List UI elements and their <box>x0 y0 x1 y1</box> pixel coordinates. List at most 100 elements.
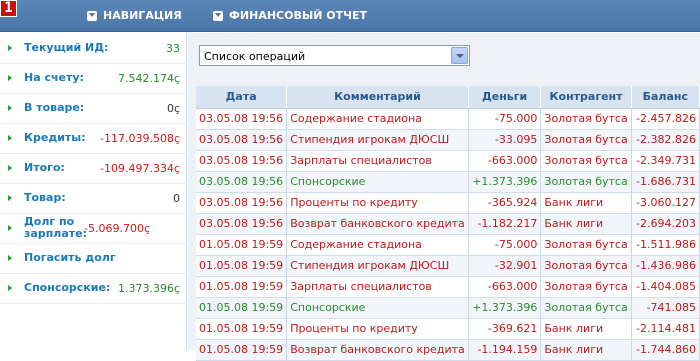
arrow-right-icon <box>8 105 12 111</box>
cell-party: Золотая бутса <box>540 129 632 151</box>
table-row: 03.05.08 19:56 Зарплаты специалистов -663.… <box>196 150 700 172</box>
sidebar-item-credits: Кредиты: -117.039.508ç <box>0 123 187 153</box>
sidebar-item-total: Итого: -109.497.334ç <box>0 153 187 183</box>
chevron-down-icon[interactable] <box>451 47 468 64</box>
cell-balance: -2.457.826 <box>631 108 700 130</box>
sidebar-label: Итого: <box>24 161 65 174</box>
cell-money: -663.000 <box>468 150 542 172</box>
cell-comment: Проценты по кредиту <box>286 192 469 214</box>
table-body: 03.05.08 19:56 Содержание стадиона -75.000… <box>196 108 700 361</box>
cell-money: -369.621 <box>468 318 542 340</box>
cell-comment: Содержание стадиона <box>286 234 469 256</box>
cell-party: Золотая бутса <box>540 276 632 298</box>
sidebar-value: 7.542.174ç <box>117 71 180 85</box>
logo[interactable]: 1 <box>0 0 17 17</box>
chevron-down-icon <box>213 10 223 21</box>
sidebar-item-current-id: Текущий ИД: 33 <box>0 33 187 63</box>
pay-debt-link[interactable]: Погасить долг <box>0 243 187 273</box>
nav-financial-report[interactable]: ФИНАНСОВЫЙ ОТЧЕТ <box>213 9 367 22</box>
chevron-down-icon <box>87 10 97 21</box>
operations-table: Дата Комментарий Деньги Контрагент Балан… <box>196 86 700 361</box>
table-row: 03.05.08 19:56 Возврат банковского кредит… <box>196 213 700 235</box>
cell-balance: -2.349.731 <box>631 150 700 172</box>
cell-money: +1.373.396 <box>468 171 542 193</box>
cell-comment: Зарплаты специалистов <box>286 276 469 298</box>
sidebar-label: В товаре: <box>24 101 85 114</box>
column-header-date[interactable]: Дата <box>196 86 288 109</box>
cell-party: Банк лиги <box>540 213 632 235</box>
cell-money: +1.373.396 <box>468 297 542 319</box>
cell-balance: -1.511.986 <box>631 234 700 256</box>
cell-date: 03.05.08 19:56 <box>196 213 288 235</box>
cell-party: Золотая бутса <box>540 171 632 193</box>
cell-balance: -2.382.826 <box>631 129 700 151</box>
divider <box>0 303 187 304</box>
cell-balance: -1.686.731 <box>631 171 700 193</box>
cell-party: Золотая бутса <box>540 255 632 277</box>
table-row: 03.05.08 19:56 Содержание стадиона -75.000… <box>196 108 700 130</box>
table-row: 03.05.08 19:56 Стипендия игрокам ДЮСШ -33.… <box>196 129 700 151</box>
cell-money: -33.095 <box>468 129 542 151</box>
top-bar: 1 НАВИГАЦИЯ ФИНАНСОВЫЙ ОТЧЕТ <box>0 0 700 32</box>
sidebar-value: -5.069.700ç <box>84 221 150 235</box>
cell-party: Золотая бутса <box>540 108 632 130</box>
sidebar-value: -117.039.508ç <box>100 131 180 145</box>
cell-party: Золотая бутса <box>540 297 632 319</box>
cell-date: 03.05.08 19:56 <box>196 108 288 130</box>
cell-balance: -1.404.085 <box>631 276 700 298</box>
cell-date: 01.05.08 19:59 <box>196 318 288 340</box>
sidebar-item-sponsors: Спонсорские: 1.373.396ç <box>0 273 187 303</box>
sidebar-label: На счету: <box>24 71 84 84</box>
arrow-right-icon <box>8 75 12 81</box>
cell-comment: Возврат банковского кредита <box>286 213 469 235</box>
sidebar-item-goods: Товар: 0 <box>0 183 187 213</box>
cell-comment: Спонсорские <box>286 171 469 193</box>
arrow-right-icon <box>8 135 12 141</box>
cell-date: 03.05.08 19:56 <box>196 129 288 151</box>
table-header-row: Дата Комментарий Деньги Контрагент Балан… <box>196 86 700 109</box>
cell-party: Золотая бутса <box>540 234 632 256</box>
cell-money: -663.000 <box>468 276 542 298</box>
arrow-right-icon <box>8 255 12 261</box>
arrow-right-icon <box>8 45 12 51</box>
sidebar-value: -109.497.334ç <box>100 161 180 175</box>
sidebar-label: Долг по зарплате: <box>24 215 88 240</box>
arrow-right-icon <box>8 225 12 231</box>
nav-navigation-label: НАВИГАЦИЯ <box>103 9 182 22</box>
cell-money: -32.901 <box>468 255 542 277</box>
sidebar-value: 1.373.396ç <box>117 281 180 295</box>
sidebar-label: Кредиты: <box>24 131 86 144</box>
sidebar-value: 0 <box>173 191 180 205</box>
cell-date: 03.05.08 19:56 <box>196 192 288 214</box>
operations-select[interactable]: Список операций <box>199 45 470 66</box>
cell-date: 01.05.08 19:59 <box>196 255 288 277</box>
column-header-comment[interactable]: Комментарий <box>286 86 469 109</box>
cell-comment: Проценты по кредиту <box>286 318 469 340</box>
table-row: 03.05.08 19:56 Проценты по кредиту -365.92… <box>196 192 700 214</box>
column-header-party[interactable]: Контрагент <box>540 86 632 109</box>
cell-date: 01.05.08 19:59 <box>196 234 288 256</box>
table-row: 01.05.08 19:59 Содержание стадиона -75.000… <box>196 234 700 256</box>
main-panel: Список операций Дата Комментарий Деньги … <box>188 33 700 361</box>
cell-comment: Зарплаты специалистов <box>286 150 469 172</box>
cell-date: 03.05.08 19:56 <box>196 171 288 193</box>
cell-party: Банк лиги <box>540 318 632 340</box>
cell-balance: -2.114.481 <box>631 318 700 340</box>
sidebar-value: 0ç <box>166 101 180 115</box>
column-header-money[interactable]: Деньги <box>468 86 542 109</box>
sidebar-label: Товар: <box>24 191 66 204</box>
nav-navigation[interactable]: НАВИГАЦИЯ <box>87 9 182 22</box>
column-header-balance[interactable]: Баланс <box>631 86 700 109</box>
cell-party: Золотая бутса <box>540 150 632 172</box>
cell-comment: Стипендия игрокам ДЮСШ <box>286 129 469 151</box>
pay-debt-label: Погасить долг <box>24 251 116 264</box>
cell-money: -365.924 <box>468 192 542 214</box>
cell-comment: Содержание стадиона <box>286 108 469 130</box>
cell-balance: -1.436.986 <box>631 255 700 277</box>
arrow-right-icon <box>8 285 12 291</box>
sidebar-item-salary-debt: Долг по зарплате: -5.069.700ç <box>0 213 187 243</box>
arrow-right-icon <box>8 165 12 171</box>
cell-money: -75.000 <box>468 108 542 130</box>
table-row: 01.05.08 19:59 Спонсорские +1.373.396 Золот… <box>196 297 700 319</box>
sidebar-item-account: На счету: 7.542.174ç <box>0 63 187 93</box>
